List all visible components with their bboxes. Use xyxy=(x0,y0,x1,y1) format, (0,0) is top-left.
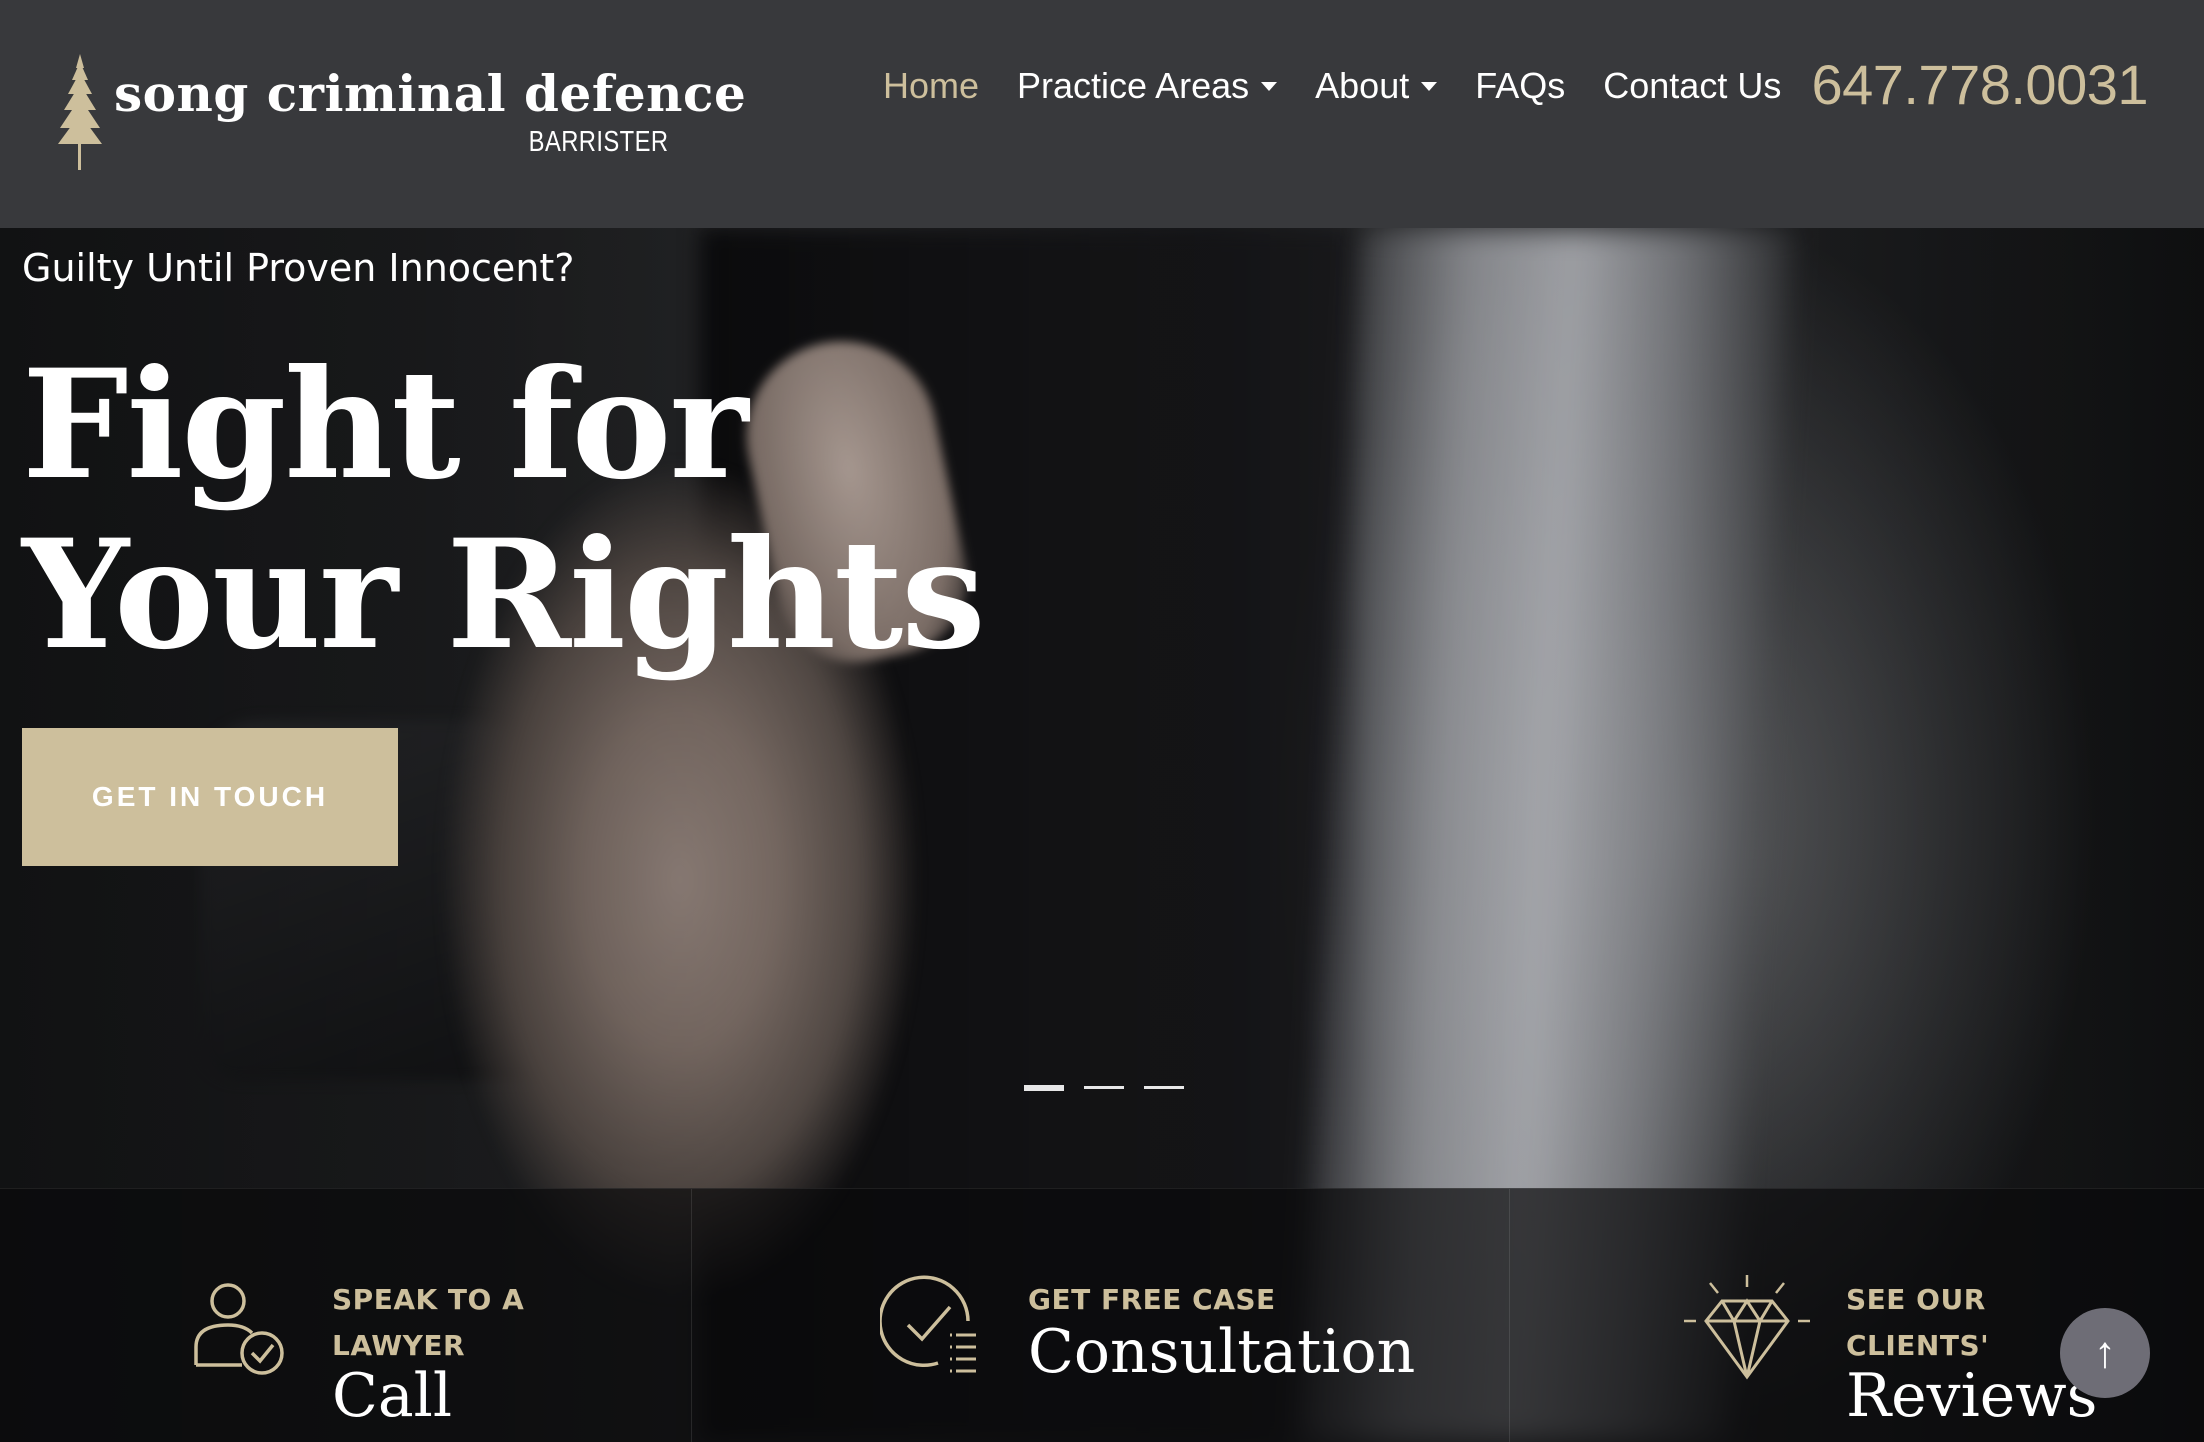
caret-down-icon xyxy=(1421,81,1438,91)
feature-consultation-title: Consultation xyxy=(1028,1317,1416,1387)
hero-title-line-1: Fight for xyxy=(22,337,749,513)
user-check-icon xyxy=(194,1283,284,1375)
checklist-icon xyxy=(880,1275,976,1373)
site-logo[interactable]: song criminal defence BARRISTER xyxy=(58,50,746,170)
nav-about-label: About xyxy=(1315,65,1410,106)
feature-strip: SPEAK TO A LAWYER Call GET FREE CASE Con… xyxy=(0,1188,2204,1442)
main-navigation: Home Practice Areas About FAQs Contact U… xyxy=(883,62,1819,110)
hero-eyebrow: Guilty Until Proven Innocent? xyxy=(22,246,575,290)
scroll-to-top-button[interactable]: ↑ xyxy=(2060,1308,2150,1398)
feature-call-kicker-line-1: SPEAK TO A xyxy=(332,1283,525,1316)
get-in-touch-button[interactable]: GET IN TOUCH xyxy=(22,728,398,866)
slide-indicator-1[interactable] xyxy=(1024,1085,1064,1091)
caret-down-icon xyxy=(1261,81,1278,91)
tree-logo-icon xyxy=(58,54,102,170)
slider-pagination xyxy=(1024,1085,1204,1091)
feature-reviews-kicker: SEE OUR CLIENTS' xyxy=(1846,1277,1989,1369)
nav-faqs[interactable]: FAQs xyxy=(1475,65,1565,107)
logo-name: song criminal defence xyxy=(114,64,747,123)
hero-title-line-2: Your Rights xyxy=(22,507,986,683)
feature-reviews-title: Reviews xyxy=(1846,1361,2098,1431)
slide-indicator-3[interactable] xyxy=(1144,1086,1184,1089)
nav-practice-areas[interactable]: Practice Areas xyxy=(1017,65,1278,107)
nav-home[interactable]: Home xyxy=(883,65,979,107)
diamond-icon xyxy=(1684,1275,1810,1380)
nav-contact-us-label: Contact Us xyxy=(1603,65,1782,106)
feature-call-title: Call xyxy=(332,1361,453,1431)
site-header: song criminal defence BARRISTER Home Pra… xyxy=(0,0,2204,228)
nav-practice-areas-label: Practice Areas xyxy=(1017,65,1250,106)
nav-about[interactable]: About xyxy=(1315,65,1438,107)
feature-call[interactable]: SPEAK TO A LAWYER Call xyxy=(0,1189,692,1442)
feature-consultation[interactable]: GET FREE CASE Consultation xyxy=(692,1189,1510,1442)
logo-subtitle: BARRISTER xyxy=(528,126,668,158)
slide-indicator-2[interactable] xyxy=(1084,1086,1124,1089)
hero-title: Fight for Your Rights xyxy=(22,337,986,683)
nav-contact-us[interactable]: Contact Us xyxy=(1603,65,1781,107)
feature-reviews-kicker-line-1: SEE OUR xyxy=(1846,1283,1986,1316)
nav-home-label: Home xyxy=(883,65,980,106)
phone-number-link[interactable]: 647.778.0031 xyxy=(1811,52,2148,117)
nav-faqs-label: FAQs xyxy=(1475,65,1566,106)
feature-call-kicker: SPEAK TO A LAWYER xyxy=(332,1277,524,1369)
